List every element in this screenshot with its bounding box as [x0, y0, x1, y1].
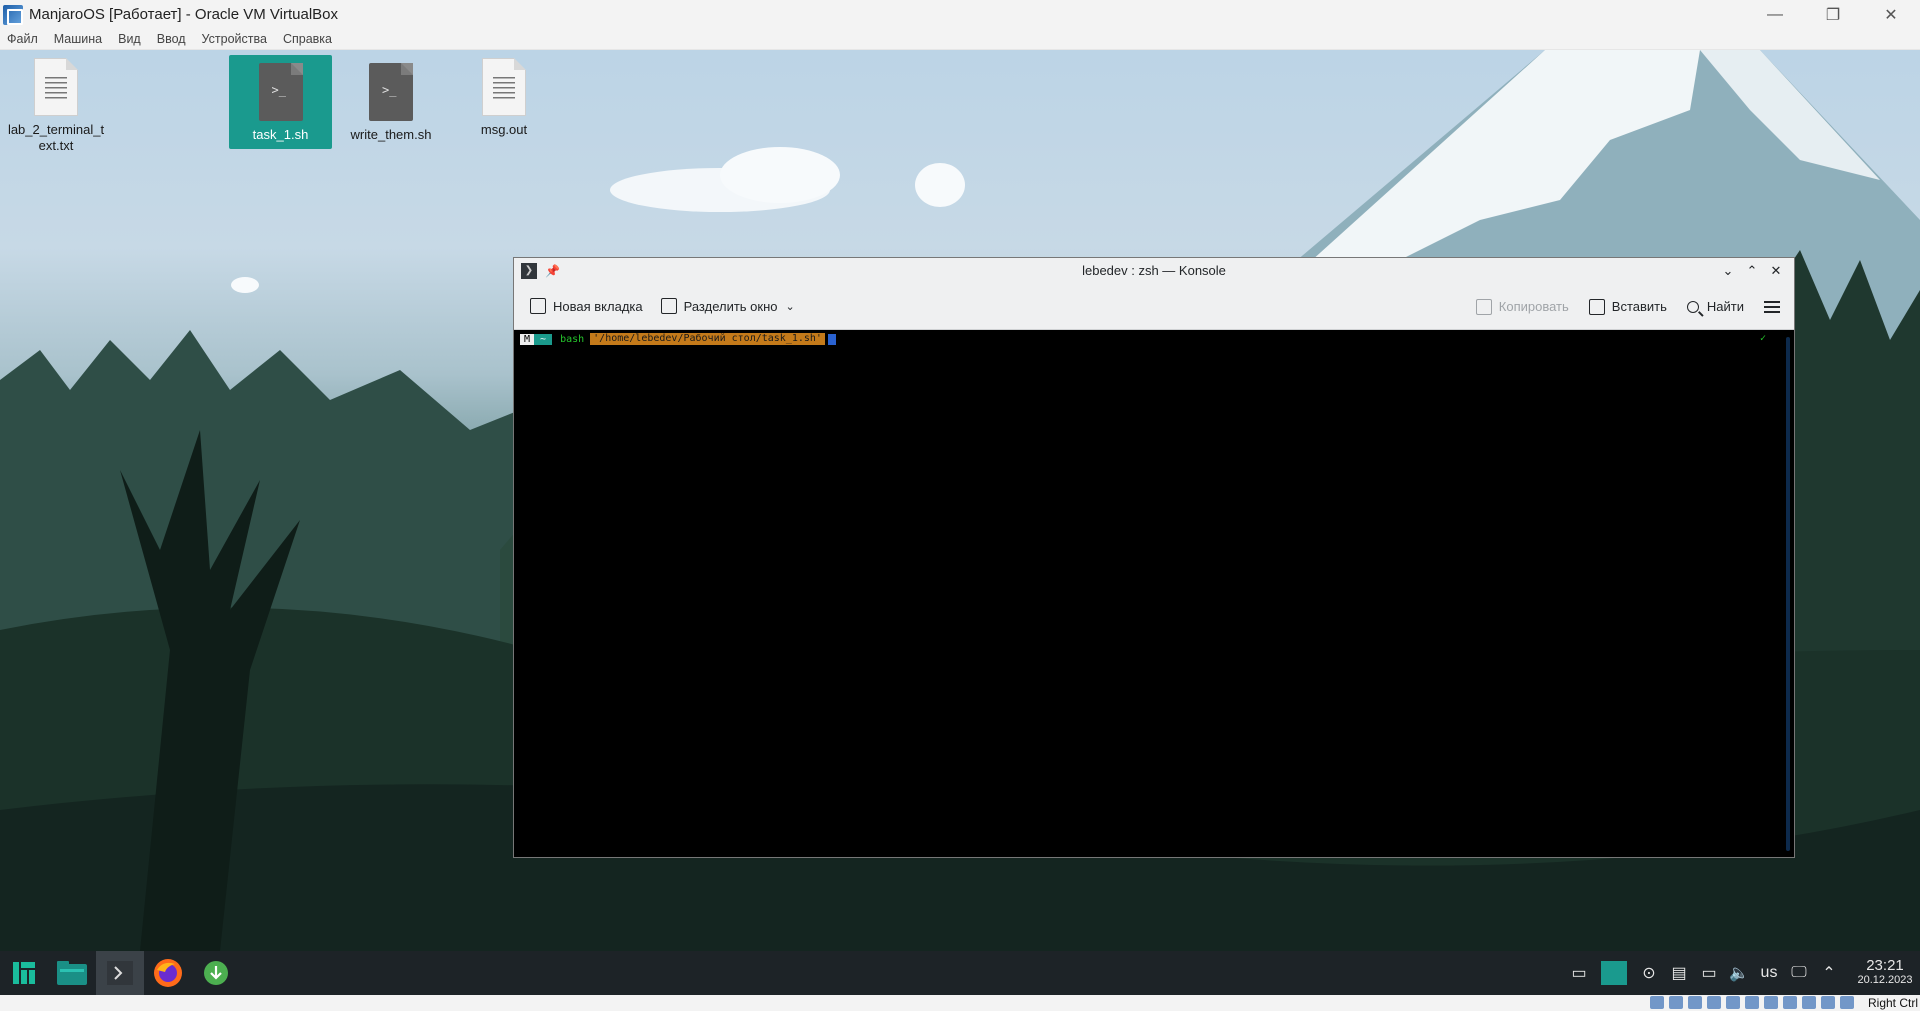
copy-button[interactable]: Копировать — [1475, 298, 1569, 315]
network-adapter-icon[interactable] — [1707, 996, 1721, 1009]
copy-label: Копировать — [1498, 299, 1569, 314]
konsole-window-controls: ⌄ ⌃ ✕ — [1716, 258, 1788, 283]
hard-disk-icon[interactable] — [1650, 996, 1664, 1009]
desktop-icon-task-1[interactable]: >_ task_1.sh — [229, 55, 332, 149]
chevron-up-icon[interactable]: ⌃ — [1814, 951, 1844, 995]
split-view-button[interactable]: Разделить окно ⌄ — [660, 298, 795, 314]
konsole-titlebar[interactable]: ❯ 📌 lebedev : zsh — Konsole ⌄ ⌃ ✕ — [514, 258, 1794, 283]
new-tab-label: Новая вкладка — [553, 298, 643, 314]
text-file-icon — [34, 58, 78, 116]
host-window-title: ManjaroOS [Работает] - Oracle VM Virtual… — [29, 6, 339, 23]
terminal-scrollbar[interactable] — [1786, 337, 1790, 851]
virtualbox-statusbar: Right Ctrl — [0, 995, 1920, 1011]
status-check-icon: ✓ — [1759, 333, 1766, 344]
copy-icon — [1475, 298, 1492, 315]
menu-input[interactable]: Ввод — [157, 32, 186, 46]
find-button[interactable]: Найти — [1686, 299, 1744, 314]
host-titlebar: ManjaroOS [Работает] - Oracle VM Virtual… — [0, 0, 1920, 29]
paste-label: Вставить — [1611, 299, 1667, 314]
desktop-icon-lab-2-terminal-text[interactable]: lab_2_terminal_text.txt — [6, 50, 106, 154]
desktop-icon-msg-out[interactable]: msg.out — [454, 50, 554, 138]
clipboard-icon[interactable]: ▤ — [1664, 951, 1694, 995]
firefox-icon[interactable] — [144, 951, 192, 995]
statusbar-device-icons — [1645, 996, 1854, 1009]
chevron-down-icon: ⌄ — [785, 300, 795, 313]
virtualbox-icon — [3, 4, 23, 25]
close-icon[interactable]: ✕ — [1764, 263, 1788, 279]
menu-machine[interactable]: Машина — [54, 32, 102, 46]
guest-desktop[interactable]: lab_2_terminal_text.txt >_ task_1.sh >_ … — [0, 50, 1920, 951]
hamburger-menu-icon[interactable] — [1764, 300, 1780, 313]
desktop-icon-label: task_1.sh — [252, 127, 309, 142]
clock-time: 23:21 — [1866, 957, 1904, 974]
cpu-icon[interactable] — [1802, 996, 1816, 1009]
host-window-controls: — ❐ ✕ — [1746, 0, 1920, 29]
desktop-icon-write-them[interactable]: >_ write_them.sh — [341, 55, 441, 143]
network-icon[interactable]: 🖵 — [1784, 951, 1814, 995]
usb-icon[interactable] — [1726, 996, 1740, 1009]
text-cursor — [827, 333, 836, 345]
paste-icon — [1588, 298, 1605, 315]
toolbar-right-group: Копировать Вставить Найти — [1475, 283, 1784, 330]
konsole-window[interactable]: ❯ 📌 lebedev : zsh — Konsole ⌄ ⌃ ✕ Новая … — [513, 257, 1795, 858]
prompt-shell-name: bash — [560, 333, 585, 345]
search-icon — [1686, 300, 1699, 313]
konsole-icon[interactable] — [96, 951, 144, 995]
konsole-toolbar: Новая вкладка Разделить окно ⌄ Копироват… — [514, 283, 1794, 330]
prompt-line: M ~ bash '/home/lebedev/Рабочий стол/tas… — [520, 333, 836, 345]
prompt-home-segment: ~ — [534, 333, 553, 345]
konsole-title: lebedev : zsh — Konsole — [1082, 263, 1226, 278]
keyboard-layout-indicator[interactable]: us — [1754, 951, 1784, 995]
terminal-view[interactable]: M ~ bash '/home/lebedev/Рабочий стол/tas… — [514, 331, 1794, 857]
shared-folder-icon[interactable] — [1745, 996, 1759, 1009]
menu-file[interactable]: Файл — [7, 32, 38, 46]
restore-button[interactable]: ❐ — [1804, 0, 1862, 29]
minimize-button[interactable]: — — [1746, 0, 1804, 29]
audio-icon[interactable] — [1688, 996, 1702, 1009]
script-file-icon: >_ — [258, 63, 303, 121]
guest-taskbar: ▭ ⊙ ▤ ▭ 🔈 us 🖵 ⌃ 23:21 20.12.2023 — [0, 951, 1920, 995]
menu-view[interactable]: Вид — [118, 32, 141, 46]
new-tab-button[interactable]: Новая вкладка — [530, 298, 643, 314]
desktop-icon-label: write_them.sh — [350, 127, 432, 142]
desktop-icon-label: msg.out — [480, 122, 528, 137]
manjaro-menu-icon[interactable] — [0, 951, 48, 995]
menu-help[interactable]: Справка — [283, 32, 332, 46]
battery-icon[interactable]: ▭ — [1694, 951, 1724, 995]
script-file-icon: >_ — [369, 63, 413, 121]
close-button[interactable]: ✕ — [1862, 0, 1920, 29]
volume-icon[interactable]: 🔈 — [1724, 951, 1754, 995]
display-icon[interactable] — [1764, 996, 1778, 1009]
keyboard-capture-icon[interactable] — [1840, 996, 1854, 1009]
maximize-icon[interactable]: ⌃ — [1740, 263, 1764, 279]
desktop-icon-label: lab_2_terminal_text.txt — [7, 122, 105, 153]
update-tray-icon[interactable]: ⊙ — [1634, 951, 1664, 995]
optical-drive-icon[interactable] — [1669, 996, 1683, 1009]
pager-icon[interactable] — [1594, 951, 1634, 995]
find-label: Найти — [1706, 299, 1744, 314]
prompt-os-segment: M — [520, 333, 535, 345]
split-view-icon — [660, 298, 677, 314]
split-view-label: Разделить окно — [683, 298, 778, 314]
paste-button[interactable]: Вставить — [1588, 298, 1667, 315]
host-menubar: Файл Машина Вид Ввод Устройства Справка — [0, 29, 1920, 50]
clock-date: 20.12.2023 — [1857, 974, 1913, 986]
mouse-integration-icon[interactable] — [1821, 996, 1835, 1009]
system-tray: ▭ ⊙ ▤ ▭ 🔈 us 🖵 ⌃ 23:21 20.12.2023 — [1564, 951, 1920, 995]
minimize-icon[interactable]: ⌄ — [1716, 263, 1740, 279]
update-icon[interactable] — [192, 951, 240, 995]
text-file-icon — [482, 58, 526, 116]
pin-icon[interactable]: 📌 — [545, 264, 560, 278]
konsole-app-icon[interactable]: ❯ — [521, 262, 537, 279]
command-input-text: '/home/lebedev/Рабочий стол/task_1.sh' — [590, 333, 825, 345]
show-desktop-icon[interactable]: ▭ — [1564, 951, 1594, 995]
clock[interactable]: 23:21 20.12.2023 — [1850, 957, 1920, 987]
menu-devices[interactable]: Устройства — [202, 32, 267, 46]
new-tab-icon — [530, 298, 546, 314]
recording-icon[interactable] — [1783, 996, 1797, 1009]
file-manager-icon[interactable] — [48, 951, 96, 995]
host-key-label: Right Ctrl — [1867, 996, 1918, 1010]
